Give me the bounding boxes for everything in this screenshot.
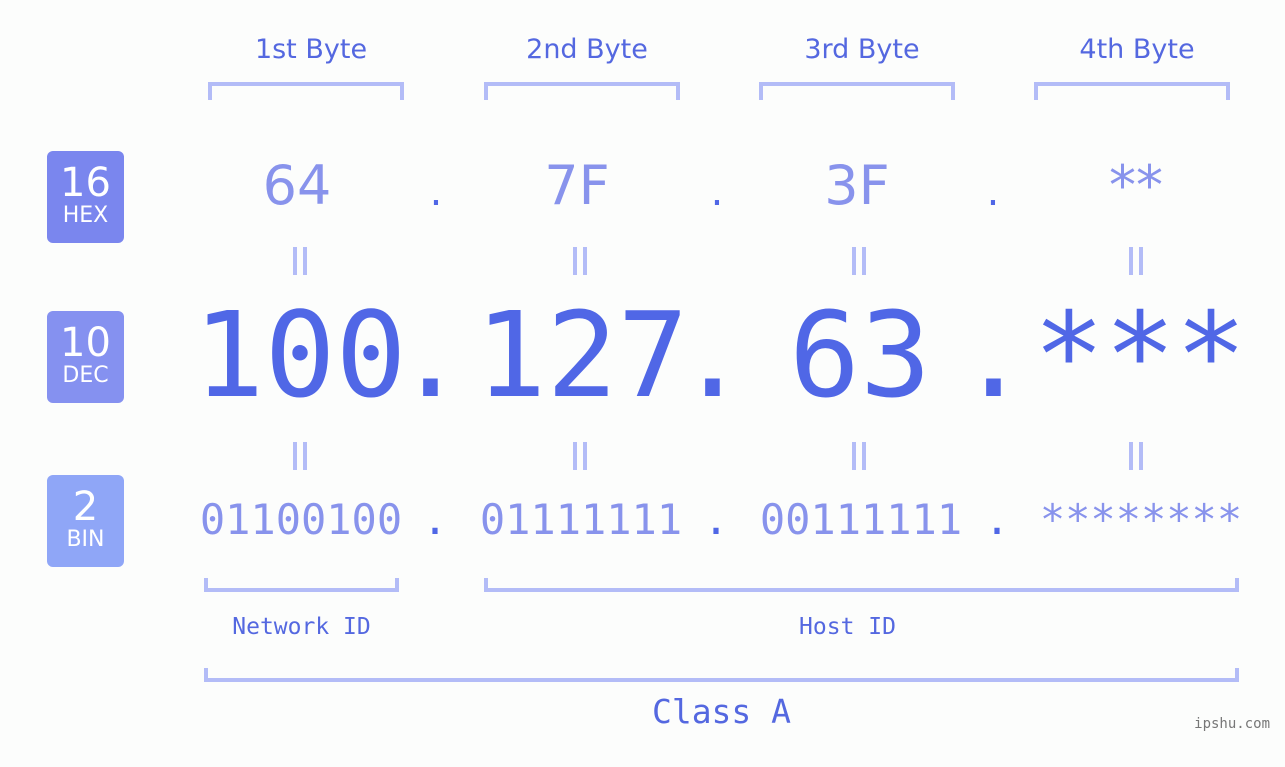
hex-separator-3: . — [986, 169, 1000, 215]
byte-bracket-3 — [759, 82, 955, 100]
equals-icon — [280, 441, 320, 477]
bin-separator-1: . — [422, 495, 448, 544]
byte-bracket-4 — [1034, 82, 1230, 100]
bin-badge-number: 2 — [72, 484, 99, 530]
equals-icon — [560, 441, 600, 477]
equals-icon — [1116, 246, 1156, 282]
hex-badge-number: 16 — [60, 160, 111, 206]
byte-header-3: 3rd Byte — [804, 34, 920, 65]
hex-badge-label: HEX — [62, 203, 109, 228]
equals-icon — [1116, 441, 1156, 477]
dec-badge-label: DEC — [62, 363, 109, 388]
bin-byte-2: 01111111 — [479, 495, 683, 544]
host-id-bracket — [484, 578, 1239, 592]
dec-separator-3: . — [958, 286, 1030, 424]
byte-header-1: 1st Byte — [254, 34, 368, 65]
equals-icon — [280, 246, 320, 282]
equals-icon — [839, 441, 879, 477]
hex-byte-1: 64 — [262, 154, 332, 217]
dec-byte-2: 127 — [475, 286, 689, 424]
dec-separator-2: . — [677, 286, 749, 424]
hex-byte-2: 7F — [544, 154, 610, 217]
byte-header-4: 4th Byte — [1079, 34, 1195, 65]
hex-separator-1: . — [429, 169, 443, 215]
network-id-bracket — [204, 578, 399, 592]
class-bracket — [204, 668, 1239, 682]
equals-icon — [839, 246, 879, 282]
byte-header-2: 2nd Byte — [526, 34, 648, 65]
bin-byte-4: ******** — [1039, 495, 1243, 544]
hex-byte-3: 3F — [824, 154, 890, 217]
dec-separator-1: . — [395, 286, 467, 424]
equals-icon — [560, 246, 600, 282]
dec-byte-1: 100 — [193, 286, 407, 424]
dec-badge: 10 DEC — [47, 311, 124, 403]
bin-byte-3: 00111111 — [759, 495, 963, 544]
byte-bracket-1 — [208, 82, 404, 100]
hex-badge: 16 HEX — [47, 151, 124, 243]
bin-byte-1: 01100100 — [199, 495, 403, 544]
dec-byte-3: 63 — [788, 286, 932, 424]
network-id-label: Network ID — [232, 614, 371, 640]
class-label: Class A — [651, 692, 792, 731]
byte-bracket-2 — [484, 82, 680, 100]
hex-separator-2: . — [710, 169, 724, 215]
dec-badge-number: 10 — [60, 320, 111, 366]
bin-badge: 2 BIN — [47, 475, 124, 567]
host-id-label: Host ID — [799, 614, 896, 640]
bin-badge-label: BIN — [66, 527, 105, 552]
watermark: ipshu.com — [1194, 716, 1270, 732]
dec-byte-4: *** — [1033, 286, 1247, 424]
bin-separator-2: . — [703, 495, 729, 544]
hex-byte-4: ** — [1109, 154, 1163, 217]
bin-separator-3: . — [984, 495, 1010, 544]
